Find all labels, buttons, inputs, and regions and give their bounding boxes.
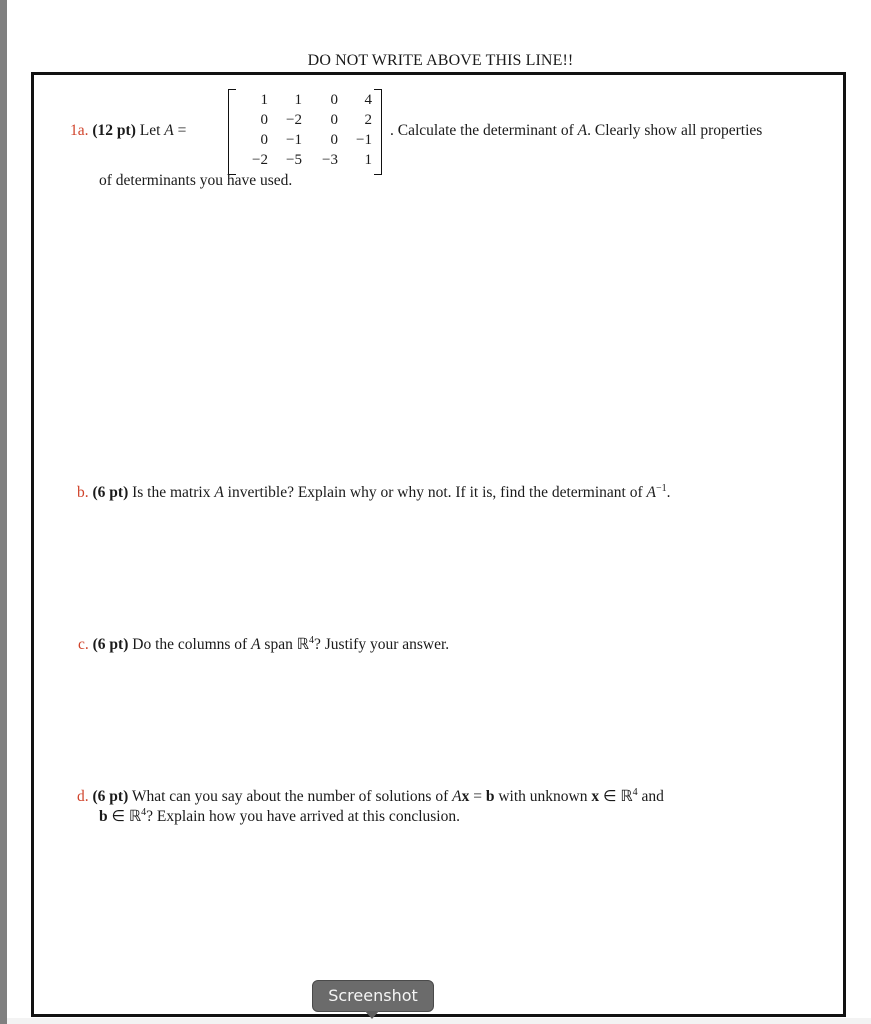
question-points: (6 pt)	[92, 636, 129, 653]
math-space-R: ℝ	[620, 788, 633, 805]
math-var: A	[577, 122, 588, 139]
question-text: ? Justify your answer.	[314, 636, 450, 653]
math-var: A	[251, 636, 261, 653]
math-vector: x	[591, 788, 600, 805]
question-text: invertible? Explain why or why not. If i…	[227, 484, 643, 501]
question-number: b.	[77, 484, 89, 501]
math-superscript: −1	[655, 483, 667, 494]
question-text: ? Explain how you have arrived at this c…	[146, 808, 460, 825]
question-number: 1a.	[70, 122, 89, 139]
question-text: Is the matrix	[132, 484, 211, 501]
matrix-cell: 2	[364, 112, 373, 128]
matrix-cell: 1	[260, 92, 269, 108]
matrix-right-bracket	[374, 89, 382, 175]
matrix-cell: 0	[330, 112, 339, 128]
matrix-cell: 0	[260, 112, 269, 128]
matrix-row: 0 −2 0 2	[238, 110, 373, 130]
question-1a-after-matrix: . Calculate the determinant of A. Clearl…	[390, 121, 762, 141]
question-points: (12 pt)	[92, 122, 136, 139]
question-points: (6 pt)	[92, 788, 129, 805]
question-text: with unknown	[498, 788, 588, 805]
question-1a-line1: 1a. (12 pt) Let A =	[70, 121, 186, 141]
matrix-row: −2 −5 −3 1	[238, 150, 372, 170]
matrix-cell: 0	[260, 132, 269, 148]
window-edge-strip	[0, 0, 7, 1024]
math-var: A	[452, 788, 462, 805]
matrix-cell: −1	[356, 132, 372, 148]
math-space-R: ℝ	[128, 808, 142, 825]
math-var: A	[646, 484, 656, 501]
question-text: . Calculate the determinant of	[390, 122, 574, 139]
question-text: What can you say about the number of sol…	[131, 788, 449, 805]
question-number: c.	[78, 636, 89, 653]
matrix-cell: −2	[252, 152, 268, 168]
matrix-A: 1 1 0 4 0 −2 0 2 0 −1 0 −1 −2 −5 −3 1	[228, 89, 382, 175]
question-number: d.	[77, 788, 89, 805]
math-equals: =	[173, 122, 187, 139]
question-d-line2: b ∈ ℝ4? Explain how you have arrived at …	[99, 807, 460, 827]
matrix-row: 1 1 0 4	[238, 90, 373, 110]
matrix-cell: 0	[330, 132, 339, 148]
question-points: (6 pt)	[92, 484, 129, 501]
math-var: A	[214, 484, 224, 501]
question-text: span	[264, 636, 293, 653]
question-text: . Clearly show all properties	[587, 122, 763, 139]
question-c: c. (6 pt) Do the columns of A span ℝ4? J…	[78, 635, 449, 655]
question-text: .	[666, 484, 671, 501]
question-b: b. (6 pt) Is the matrix A invertible? Ex…	[77, 483, 671, 503]
page-bottom-shadow	[7, 1018, 871, 1024]
screenshot-tooltip: Screenshot	[312, 980, 434, 1012]
matrix-row: 0 −1 0 −1	[238, 130, 373, 150]
math-var: A	[164, 122, 174, 139]
math-in: ∈	[107, 808, 129, 825]
header-notice: DO NOT WRITE ABOVE THIS LINE!!	[307, 52, 574, 69]
matrix-cell: −2	[286, 112, 302, 128]
matrix-cell: −5	[286, 152, 302, 168]
matrix-cell: 4	[364, 92, 373, 108]
question-d-line1: d. (6 pt) What can you say about the num…	[77, 787, 822, 807]
math-vector: b	[99, 808, 108, 825]
matrix-cell: −3	[322, 152, 338, 168]
matrix-cell: 0	[330, 92, 339, 108]
question-text: and	[641, 788, 664, 805]
matrix-cell: −1	[286, 132, 302, 148]
matrix-cell: 1	[364, 152, 373, 168]
math-space-R: ℝ	[296, 636, 309, 653]
question-text: Let	[139, 122, 161, 139]
math-in: ∈	[599, 788, 621, 805]
tooltip-arrow-icon	[365, 1011, 379, 1019]
question-text: Do the columns of	[132, 636, 248, 653]
matrix-cell: 1	[294, 92, 303, 108]
math-vector: b	[485, 788, 495, 805]
math-superscript: 4	[632, 787, 638, 798]
matrix-left-bracket	[228, 89, 236, 175]
math-equals: =	[469, 788, 486, 805]
answer-frame	[31, 72, 846, 1017]
question-1a-line2: of determinants you have used.	[99, 172, 293, 189]
